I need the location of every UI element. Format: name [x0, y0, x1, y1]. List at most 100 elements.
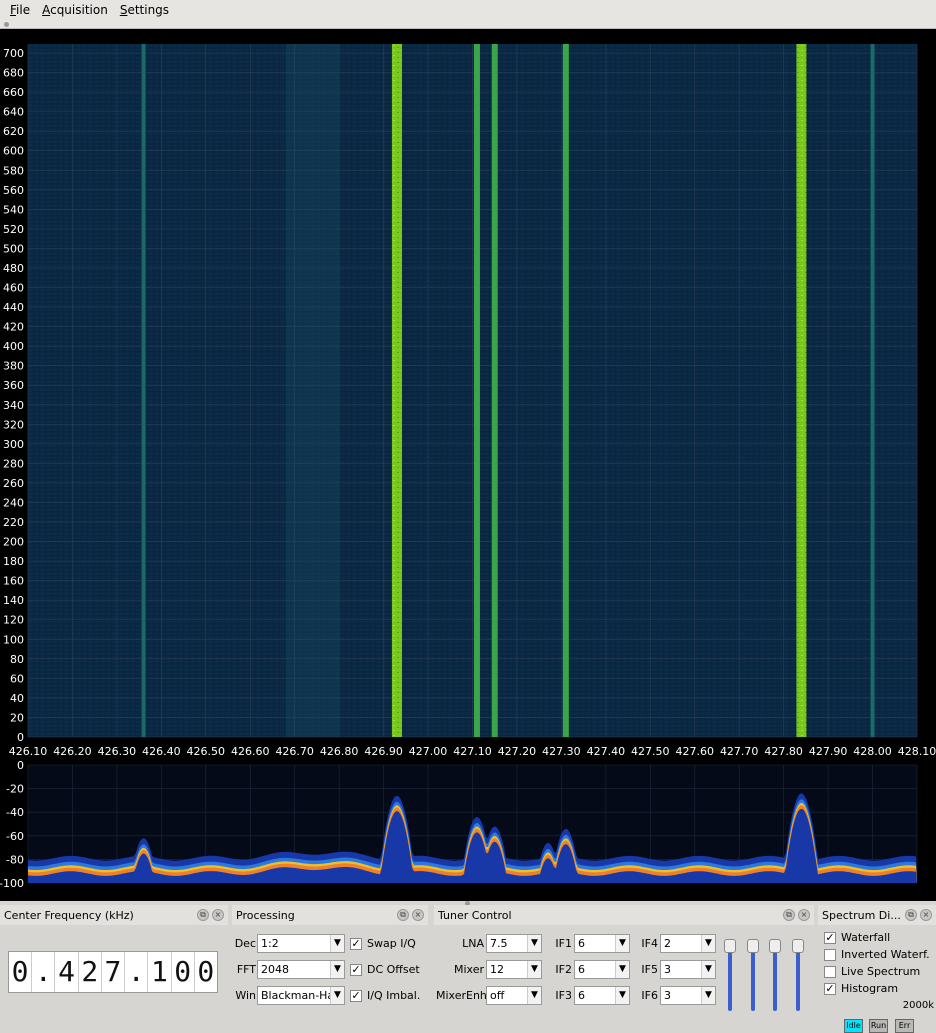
spectrum-visualization: 700 680 660 640 620 600 580 560 540 520 500 480 460 4… [0, 29, 936, 901]
y-tick-label: 420 [3, 321, 24, 334]
freq-digit: . [125, 952, 149, 992]
gain-slider-4[interactable] [792, 939, 804, 1011]
gain-slider-3[interactable] [769, 939, 781, 1011]
slider-thumb[interactable] [792, 939, 804, 953]
slider-thumb[interactable] [769, 939, 781, 953]
chevron-down-icon: ▼ [527, 987, 541, 1004]
check-icon: ✓ [350, 936, 362, 950]
spectrum-display-panel: Spectrum Di... ⧉ × ✓ Waterfall Inverted Wa… [818, 905, 936, 1033]
freq-digit[interactable]: 7 [102, 952, 126, 992]
x-tick-label: 426.50 [187, 745, 226, 758]
freq-digit[interactable]: 4 [55, 952, 79, 992]
win-select[interactable]: Blackman-Hai ▼ [257, 986, 345, 1005]
swap-iq-checkbox[interactable]: ✓ Swap I/Q [350, 937, 416, 950]
splitter-handle[interactable] [4, 22, 9, 27]
dc-offset-checkbox[interactable]: ✓ DC Offset [350, 963, 420, 976]
slider-thumb[interactable] [724, 939, 736, 953]
faint-band [285, 44, 340, 737]
check-icon: ✓ [824, 981, 836, 995]
waterfall-checkbox[interactable]: ✓ Waterfall [824, 931, 890, 944]
if1-select[interactable]: 6 ▼ [574, 934, 630, 953]
if4-select[interactable]: 2 ▼ [660, 934, 716, 953]
y-tick-label: 100 [3, 633, 24, 646]
iq-imbal-checkbox[interactable]: ✓ I/Q Imbal. [350, 989, 420, 1002]
mixer-select[interactable]: 12 ▼ [486, 960, 542, 979]
if2-label: IF2 [555, 963, 572, 976]
x-tick-label: 426.20 [53, 745, 92, 758]
x-tick-label: 426.30 [98, 745, 137, 758]
medium-signal-trace [473, 44, 480, 737]
dec-select[interactable]: 1:2 ▼ [257, 934, 345, 953]
panel-header: Tuner Control ⧉ × [434, 905, 814, 925]
y-tick-label: 400 [3, 340, 24, 353]
processing-title: Processing [236, 909, 295, 922]
freq-digit[interactable]: 0 [9, 952, 33, 992]
y-tick-label: 520 [3, 223, 24, 236]
if5-select[interactable]: 3 ▼ [660, 960, 716, 979]
x-tick-label: 427.70 [720, 745, 759, 758]
freq-digit[interactable]: 0 [172, 952, 195, 992]
y-tick-label: 240 [3, 496, 24, 509]
check-icon: ✓ [350, 988, 362, 1002]
close-icon[interactable]: × [412, 909, 424, 921]
y-tick-label: -20 [6, 783, 24, 796]
histogram-checkbox[interactable]: ✓ Histogram [824, 982, 898, 995]
y-tick-label: 660 [3, 86, 24, 99]
y-tick-label: 20 [10, 711, 24, 724]
y-tick-label: 540 [3, 203, 24, 216]
chevron-down-icon: ▼ [615, 935, 629, 952]
gain-slider-1[interactable] [724, 939, 736, 1011]
fft-select[interactable]: 2048 ▼ [257, 960, 345, 979]
slider-thumb[interactable] [747, 939, 759, 953]
close-icon[interactable]: × [920, 909, 932, 921]
freq-digit[interactable]: 0 [195, 952, 217, 992]
waterfall-label: Waterfall [841, 931, 891, 944]
inverted-waterfall-checkbox[interactable]: Inverted Waterf. [824, 948, 930, 961]
if5-value: 3 [664, 963, 671, 976]
if1-value: 6 [578, 937, 585, 950]
freq-digit[interactable]: 1 [148, 952, 172, 992]
float-icon[interactable]: ⧉ [197, 909, 209, 921]
toolbar-separator [0, 20, 936, 29]
center-frequency-title: Center Frequency (kHz) [4, 909, 134, 922]
if3-select[interactable]: 6 ▼ [574, 986, 630, 1005]
slider-track [728, 943, 732, 1011]
menu-settings[interactable]: Settings [120, 3, 169, 17]
y-tick-label: 640 [3, 106, 24, 119]
run-status: Run [869, 1019, 888, 1033]
chevron-down-icon: ▼ [615, 987, 629, 1004]
y-tick-label: 40 [10, 692, 24, 705]
mixerenh-select[interactable]: off ▼ [486, 986, 542, 1005]
iq-imbal-label: I/Q Imbal. [367, 989, 421, 1002]
y-tick-label: 0 [17, 759, 24, 772]
chevron-down-icon: ▼ [527, 935, 541, 952]
close-icon[interactable]: × [798, 909, 810, 921]
frequency-odometer[interactable]: 0 . 4 2 7 . 1 0 0 [8, 951, 218, 993]
float-icon[interactable]: ⧉ [905, 909, 917, 921]
y-tick-label: -40 [6, 806, 24, 819]
x-tick-label: 427.40 [587, 745, 626, 758]
if6-value: 3 [664, 989, 671, 1002]
center-frequency-panel: Center Frequency (kHz) ⧉ × 0 . 4 2 7 . 1 … [0, 905, 228, 1033]
live-spectrum-label: Live Spectrum [841, 965, 921, 978]
y-tick-label: 280 [3, 457, 24, 470]
menu-file[interactable]: File [10, 3, 30, 17]
x-tick-label: 427.20 [498, 745, 537, 758]
float-icon[interactable]: ⧉ [397, 909, 409, 921]
x-tick-label: 427.90 [809, 745, 848, 758]
y-tick-label: 0 [17, 731, 24, 744]
strong-signal-trace [796, 44, 807, 737]
freq-digit[interactable]: 2 [79, 952, 102, 992]
if2-value: 6 [578, 963, 585, 976]
gain-slider-2[interactable] [747, 939, 759, 1011]
float-icon[interactable]: ⧉ [783, 909, 795, 921]
chevron-down-icon: ▼ [330, 987, 344, 1004]
y-tick-label: 360 [3, 379, 24, 392]
close-icon[interactable]: × [212, 909, 224, 921]
if6-select[interactable]: 3 ▼ [660, 986, 716, 1005]
menu-acquisition[interactable]: Acquisition [42, 3, 108, 17]
lna-select[interactable]: 7.5 ▼ [486, 934, 542, 953]
live-spectrum-checkbox[interactable]: Live Spectrum [824, 965, 920, 978]
win-value: Blackman-Hai [261, 989, 338, 1002]
if2-select[interactable]: 6 ▼ [574, 960, 630, 979]
